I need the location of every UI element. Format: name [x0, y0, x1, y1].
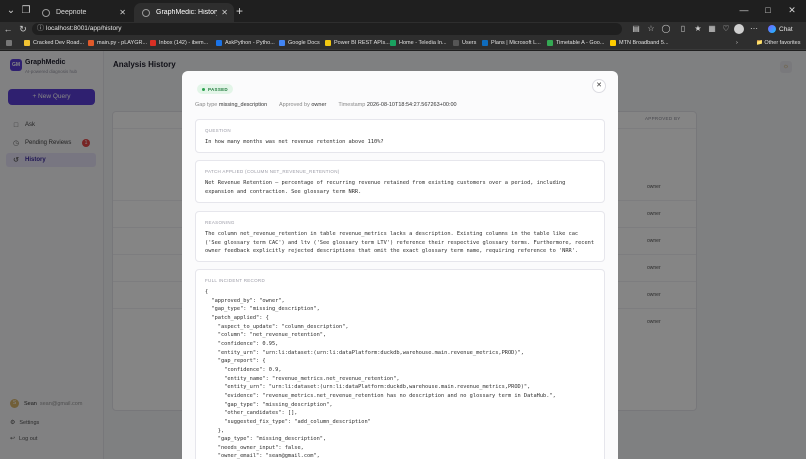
- bookmark-icon: [390, 40, 396, 46]
- bookmark-item[interactable]: main.py - pLAYGR...: [88, 38, 147, 48]
- bookmark-item[interactable]: Timetable A - Goo...: [547, 38, 604, 48]
- patch-card: PATCH APPLIED (COLUMN NET_REVENUE_RETENT…: [195, 160, 605, 203]
- bookmark-label: Google Docs: [288, 40, 320, 46]
- url-bar[interactable]: ⓘ localhost:8001/app/history: [32, 23, 622, 35]
- more-menu-icon[interactable]: ⋯: [748, 23, 760, 35]
- incident-record-card: FULL INCIDENT RECORD { "approved_by": "o…: [195, 269, 605, 459]
- bookmark-label: MTN Broadband 5...: [619, 40, 669, 46]
- bookmark-item[interactable]: Cracked Dev Road...: [24, 38, 84, 48]
- incident-record-label: FULL INCIDENT RECORD: [205, 278, 266, 283]
- tab-label: Deepnote: [56, 9, 87, 16]
- status-dot-icon: [202, 87, 205, 91]
- bookmark-label: main.py - pLAYGR...: [97, 40, 148, 46]
- bookmark-item[interactable]: Home - Teledia In...: [390, 38, 447, 48]
- minimize-icon[interactable]: —: [732, 3, 756, 18]
- new-tab-icon[interactable]: +: [236, 4, 243, 18]
- gap-type-value: missing_description: [218, 102, 268, 108]
- url-text[interactable]: localhost:8001/app/history: [46, 24, 122, 34]
- copilot-icon: [768, 25, 776, 33]
- close-window-icon[interactable]: ✕: [780, 3, 804, 18]
- bookmark-icon: [325, 40, 331, 46]
- tab-deepnote[interactable]: Deepnote ✕: [34, 3, 132, 22]
- bookmark-icon: [88, 40, 94, 46]
- split-screen-icon[interactable]: ▤: [630, 23, 642, 35]
- heart-icon[interactable]: ♡: [720, 23, 732, 35]
- bookmark-item[interactable]: MTN Broadband 5...: [610, 38, 669, 48]
- tab-label: GraphMedic: History: [156, 9, 218, 16]
- bookmark-label: AskPython - Pytho...: [225, 40, 275, 46]
- question-label: QUESTION: [205, 128, 231, 133]
- bookmark-icon: [453, 40, 459, 46]
- close-modal-button[interactable]: ✕: [592, 79, 606, 93]
- favorites-icon[interactable]: ★: [692, 23, 704, 35]
- timestamp-value: 2026-08-10T18:54:27.567263+00:00: [366, 102, 457, 108]
- split-tab-icon[interactable]: ▯: [677, 23, 689, 35]
- timestamp-label: Timestamp: [338, 102, 366, 108]
- bookmark-icon: [216, 40, 222, 46]
- globe-favicon-icon: [142, 8, 150, 17]
- other-favorites[interactable]: 📁 Other favorites: [756, 38, 800, 48]
- close-tab-icon[interactable]: ✕: [119, 8, 126, 17]
- maximize-icon[interactable]: □: [756, 3, 780, 18]
- bookmark-label: Cracked Dev Road...: [33, 40, 85, 46]
- close-tab-icon[interactable]: ✕: [221, 8, 228, 17]
- bookmark-item[interactable]: Power BI REST APIs...: [325, 38, 390, 48]
- bookmark-icon: [24, 40, 30, 46]
- tab-actions-icon[interactable]: ⌄: [4, 5, 18, 17]
- bookmark-icon: [150, 40, 156, 46]
- status-label: PASSED: [208, 86, 228, 92]
- tab-graphmedic-history[interactable]: GraphMedic: History ✕: [134, 3, 234, 22]
- question-card: QUESTION In how many months was net reve…: [195, 119, 605, 153]
- reasoning-text: The column net_revenue_retention in tabl…: [205, 231, 595, 255]
- bookmark-item[interactable]: Users: [453, 38, 476, 48]
- bookmarks-overflow-icon[interactable]: ›: [736, 38, 738, 48]
- bookmark-item[interactable]: Inbox (142) - ibem...: [150, 38, 208, 48]
- bookmark-item[interactable]: Google Docs: [279, 38, 320, 48]
- favorite-star-icon[interactable]: ☆: [645, 23, 657, 35]
- bookmark-label: Users: [462, 40, 477, 46]
- gap-type-label: Gap type: [195, 102, 218, 108]
- bookmark-icon: [610, 40, 616, 46]
- workspaces-icon[interactable]: ❐: [19, 5, 33, 17]
- address-bar-row: ← ↻ ⓘ localhost:8001/app/history ▤ ☆ ◯ ▯…: [0, 22, 806, 36]
- app-viewport: GM GraphMedic AI-powered diagnosis hub +…: [0, 51, 806, 459]
- reload-icon[interactable]: ↻: [17, 22, 29, 36]
- back-icon[interactable]: ←: [2, 22, 14, 36]
- other-favorites-label: Other favorites: [764, 40, 801, 46]
- incident-detail-modal: PASSED ✕ Gap type missing_description Ap…: [182, 71, 618, 459]
- incident-record-json: { "approved_by": "owner", "gap_type": "m…: [205, 289, 556, 459]
- bookmark-label: Plans | Microsoft L...: [491, 40, 541, 46]
- browser-tab-strip: ⌄ ❐ Deepnote ✕ GraphMedic: History ✕ + —…: [0, 0, 806, 22]
- patch-text: Net Revenue Retention — percentage of re…: [205, 180, 566, 195]
- incident-meta: Gap type missing_description Approved by…: [195, 102, 457, 108]
- reasoning-label: REASONING: [205, 220, 235, 225]
- site-info-icon[interactable]: ⓘ: [37, 24, 44, 34]
- approved-by-value: owner: [311, 102, 327, 108]
- collections-icon[interactable]: ▦: [706, 23, 718, 35]
- bookmark-icon: [279, 40, 285, 46]
- bookmark-label: Timetable A - Goo...: [556, 40, 605, 46]
- bookmark-icon: [547, 40, 553, 46]
- status-badge: PASSED: [197, 84, 233, 94]
- deepnote-favicon-icon: [42, 8, 50, 17]
- reasoning-card: REASONING The column net_revenue_retenti…: [195, 211, 605, 262]
- bookmark-label: Home - Teledia In...: [399, 40, 447, 46]
- bookmark-label: Power BI REST APIs...: [334, 40, 390, 46]
- bookmark-label: Inbox (142) - ibem...: [159, 40, 209, 46]
- approved-by-label: Approved by: [278, 102, 310, 108]
- bookmark-item[interactable]: Plans | Microsoft L...: [482, 38, 541, 48]
- bookmark-item[interactable]: AskPython - Pytho...: [216, 38, 275, 48]
- bookmark-icon: [482, 40, 488, 46]
- extension-icon[interactable]: ◯: [660, 23, 672, 35]
- profile-avatar[interactable]: [734, 24, 744, 34]
- patch-label: PATCH APPLIED (COLUMN NET_REVENUE_RETENT…: [205, 169, 340, 174]
- chat-label: Chat: [779, 25, 793, 33]
- bookmarks-apps-icon[interactable]: [6, 38, 15, 48]
- question-text: In how many months was net revenue reten…: [205, 139, 384, 145]
- bookmarks-bar: Cracked Dev Road... main.py - pLAYGR... …: [0, 36, 806, 50]
- copilot-chat-button[interactable]: Chat: [768, 24, 793, 34]
